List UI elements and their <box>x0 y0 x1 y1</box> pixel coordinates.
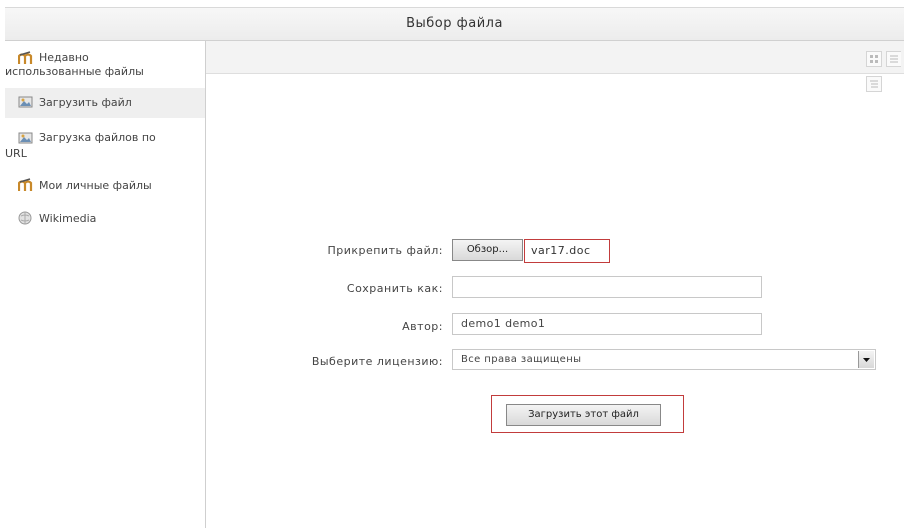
save-as-label: Сохранить как: <box>346 282 443 295</box>
dialog-title-bar: Выбор файла <box>5 7 904 41</box>
sidebar-item-private-files[interactable]: Мои личные файлы <box>5 173 205 199</box>
moodle-icon <box>18 178 33 191</box>
view-toolbar <box>206 41 904 74</box>
sidebar-item-label-line2: использованные файлы <box>5 65 144 78</box>
license-select[interactable]: Все права защищены <box>452 349 876 370</box>
sidebar-item-label: Мои личные файлы <box>39 179 152 192</box>
sidebar-item-label-line2: URL <box>5 147 27 160</box>
attach-file-label: Прикрепить файл: <box>327 244 443 257</box>
license-label: Выберите лицензию: <box>311 355 443 368</box>
sidebar-item-url-download[interactable]: Загрузка файлов по URL <box>5 125 205 167</box>
wikimedia-icon <box>18 211 32 225</box>
browse-button[interactable]: Обзор... <box>452 239 523 261</box>
sidebar-item-recent-files[interactable]: Недавно использованные файлы <box>5 45 205 87</box>
license-selected-value: Все права защищены <box>461 354 582 365</box>
selected-file-name: var17.doc <box>531 244 591 257</box>
sidebar-item-label: Wikimedia <box>39 212 97 225</box>
sidebar-item-label: Недавно <box>39 51 89 64</box>
author-input[interactable]: demo1 demo1 <box>452 313 762 335</box>
save-as-input[interactable] <box>452 276 762 298</box>
upload-icon <box>18 96 33 108</box>
upload-file-button[interactable]: Загрузить этот файл <box>506 404 661 426</box>
author-label: Автор: <box>402 320 443 333</box>
icon-view-icon[interactable] <box>866 51 882 67</box>
moodle-icon <box>18 51 33 64</box>
tree-view-icon[interactable] <box>866 76 882 92</box>
sidebar-item-wikimedia[interactable]: Wikimedia <box>5 206 205 232</box>
dialog-title: Выбор файла <box>406 16 503 31</box>
sidebar-item-label: Загрузить файл <box>39 96 132 109</box>
chevron-down-icon[interactable] <box>858 351 874 368</box>
sidebar-item-upload-file[interactable]: Загрузить файл <box>5 88 205 118</box>
repository-sidebar: Недавно использованные файлы Загрузить ф… <box>5 41 206 528</box>
sidebar-item-label: Загрузка файлов по <box>39 131 156 144</box>
list-view-icon[interactable] <box>886 51 901 67</box>
url-download-icon <box>18 132 33 144</box>
